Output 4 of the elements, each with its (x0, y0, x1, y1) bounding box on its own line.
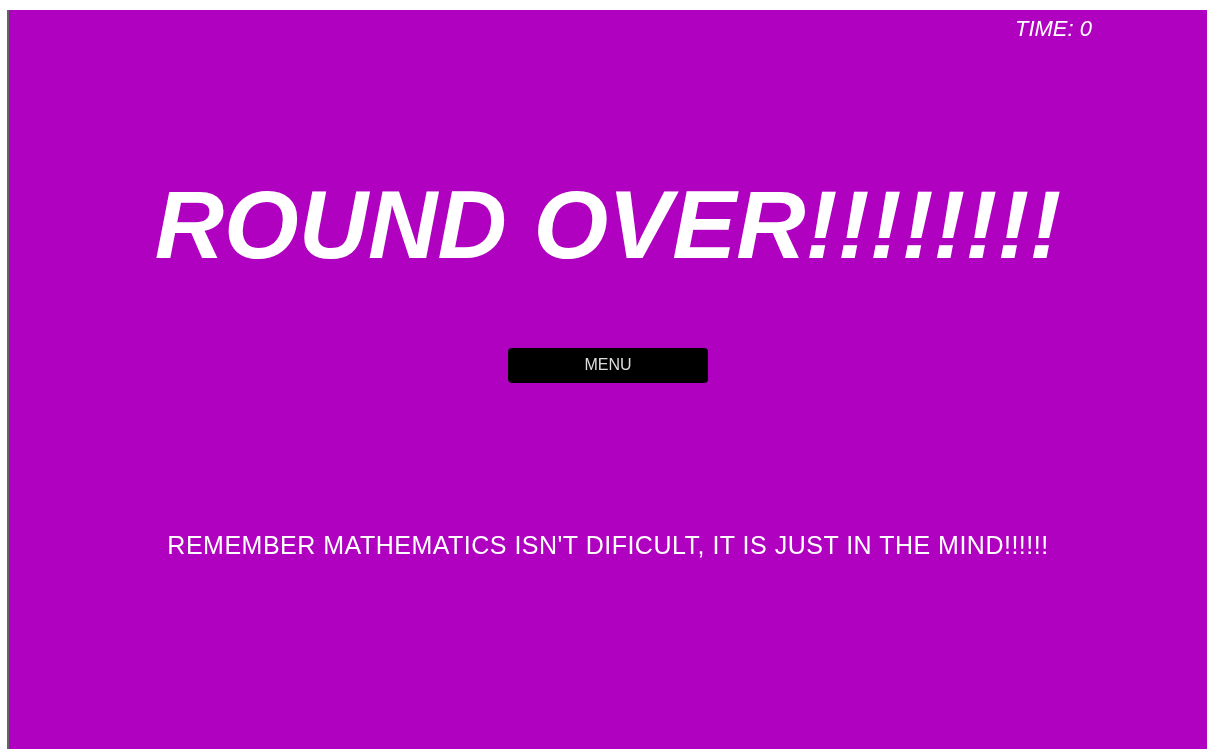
round-over-title: ROUND OVER!!!!!!!! (154, 172, 1062, 278)
timer-text: TIME: 0 (1015, 16, 1092, 42)
message-text: REMEMBER MATHEMATICS ISN'T DIFICULT, IT IS JUST IN THE MIND!!!!!! (167, 530, 1049, 560)
menu-button[interactable]: MENU (508, 347, 708, 383)
